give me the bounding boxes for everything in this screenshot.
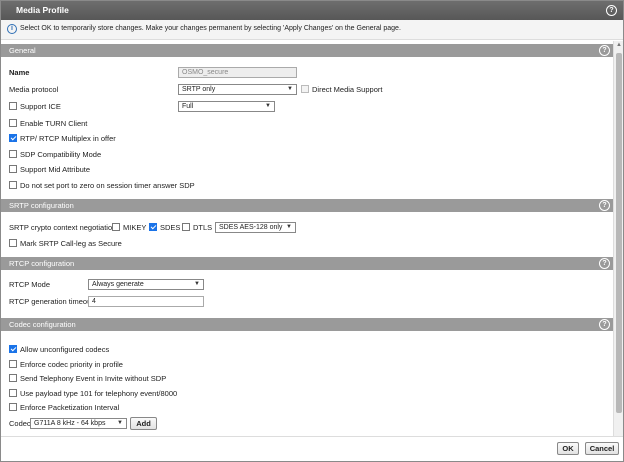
mikey-checkbox[interactable] [112,223,120,231]
section-title: General [9,46,36,55]
ok-button[interactable]: OK [557,442,579,455]
name-field[interactable]: OSMO_secure [178,67,297,78]
section-title: RTCP configuration [9,259,75,268]
no-port-zero-label: Do not set port to zero on session timer… [20,181,195,190]
crypto-negotiation-label: SRTP crypto context negotiation [9,223,117,232]
cancel-button[interactable]: Cancel [585,442,619,455]
dtls-option[interactable]: DTLS [182,222,212,234]
support-ice-option[interactable]: Support ICE [9,101,61,113]
dialog-titlebar: Media Profile ? [1,1,623,20]
rtp-multiplex-option[interactable]: RTP/ RTCP Multiplex in offer [9,133,116,145]
media-protocol-label: Media protocol [9,85,59,94]
enforce-packetization-checkbox[interactable] [9,403,17,411]
allow-unconfigured-checkbox[interactable] [9,345,17,353]
dtls-checkbox[interactable] [182,223,190,231]
allow-unconfigured-label: Allow unconfigured codecs [20,345,110,354]
cipher-value: SDES AES-128 only [219,224,283,231]
payload-101-option[interactable]: Use payload type 101 for telephony event… [9,388,177,400]
mikey-label: MIKEY [123,223,147,232]
codec-value: G711A 8 kHz - 64 kbps [34,420,106,427]
form-scroll-area: General ? Name OSMO_secure Media protoco… [1,41,613,436]
sdp-compat-option[interactable]: SDP Compatibility Mode [9,149,101,161]
enforce-priority-label: Enforce codec priority in profile [20,360,123,369]
enable-turn-label: Enable TURN Client [20,119,88,128]
section-title: SRTP configuration [9,201,74,210]
rtcp-timeout-label: RTCP generation timeout [9,297,94,306]
payload-101-checkbox[interactable] [9,389,17,397]
info-text: Select OK to temporarily store changes. … [20,25,401,32]
ice-mode-select[interactable]: Full ▼ [178,101,275,112]
section-codec-header: Codec configuration ? [1,318,613,331]
direct-media-checkbox[interactable] [301,85,309,93]
enforce-priority-checkbox[interactable] [9,360,17,368]
rtcp-mode-label: RTCP Mode [9,280,50,289]
scrollbar-thumb[interactable] [616,53,622,413]
info-banner: i Select OK to temporarily store changes… [1,20,623,40]
support-mid-checkbox[interactable] [9,165,17,173]
enforce-packetization-label: Enforce Packetization Interval [20,403,120,412]
payload-101-label: Use payload type 101 for telephony event… [20,389,178,398]
mark-secure-option[interactable]: Mark SRTP Call-leg as Secure [9,238,122,250]
help-icon[interactable]: ? [606,5,617,16]
sdp-compat-label: SDP Compatibility Mode [20,150,102,159]
help-icon[interactable]: ? [599,45,610,56]
info-icon: i [7,24,17,34]
vertical-scrollbar[interactable]: ▲ [613,41,623,436]
no-port-zero-checkbox[interactable] [9,181,17,189]
rtcp-timeout-field[interactable]: 4 [88,296,204,307]
chevron-down-icon: ▼ [265,103,271,109]
enforce-priority-option[interactable]: Enforce codec priority in profile [9,359,123,371]
support-mid-label: Support Mid Attribute [20,165,91,174]
enable-turn-option[interactable]: Enable TURN Client [9,118,87,130]
sdes-option[interactable]: SDES [149,222,180,234]
cipher-select[interactable]: SDES AES-128 only ▼ [215,222,296,233]
add-codec-button[interactable]: Add [130,417,157,430]
rtp-multiplex-checkbox[interactable] [9,134,17,142]
chevron-down-icon: ▼ [194,281,200,287]
mark-secure-checkbox[interactable] [9,239,17,247]
media-protocol-value: SRTP only [182,86,216,93]
sdp-compat-checkbox[interactable] [9,150,17,158]
no-port-zero-option[interactable]: Do not set port to zero on session timer… [9,180,195,192]
send-telephony-option[interactable]: Send Telephony Event in Invite without S… [9,373,166,385]
codec-label: Codec [9,419,31,428]
chevron-down-icon: ▼ [287,86,293,92]
dialog-footer: OK Cancel [1,436,623,461]
rtp-multiplex-label: RTP/ RTCP Multiplex in offer [20,134,116,143]
sdes-checkbox[interactable] [149,223,157,231]
help-icon[interactable]: ? [599,319,610,330]
support-mid-option[interactable]: Support Mid Attribute [9,164,90,176]
send-telephony-label: Send Telephony Event in Invite without S… [20,374,167,383]
mikey-option[interactable]: MIKEY [112,222,146,234]
direct-media-label: Direct Media Support [312,85,383,94]
chevron-down-icon: ▼ [286,224,292,230]
section-rtcp-header: RTCP configuration ? [1,257,613,270]
help-icon[interactable]: ? [599,258,610,269]
codec-select[interactable]: G711A 8 kHz - 64 kbps ▼ [30,418,127,429]
section-general-header: General ? [1,44,613,57]
rtcp-mode-value: Always generate [92,281,144,288]
section-title: Codec configuration [9,320,76,329]
rtcp-mode-select[interactable]: Always generate ▼ [88,279,204,290]
direct-media-option[interactable]: Direct Media Support [301,84,382,96]
help-icon[interactable]: ? [599,200,610,211]
ice-mode-value: Full [182,103,194,110]
media-profile-dialog: Media Profile ? i Select OK to temporari… [0,0,624,462]
media-protocol-select[interactable]: SRTP only ▼ [178,84,297,95]
section-srtp-header: SRTP configuration ? [1,199,613,212]
dtls-label: DTLS [193,223,213,232]
name-label: Name [9,68,30,77]
allow-unconfigured-option[interactable]: Allow unconfigured codecs [9,344,109,356]
dialog-title: Media Profile [16,5,69,15]
support-ice-checkbox[interactable] [9,102,17,110]
chevron-down-icon: ▼ [117,420,123,426]
enforce-packetization-option[interactable]: Enforce Packetization Interval [9,402,119,414]
support-ice-label: Support ICE [20,102,61,111]
sdes-label: SDES [160,223,181,232]
mark-secure-label: Mark SRTP Call-leg as Secure [20,239,122,248]
enable-turn-checkbox[interactable] [9,119,17,127]
scroll-up-icon[interactable]: ▲ [616,42,622,48]
send-telephony-checkbox[interactable] [9,374,17,382]
